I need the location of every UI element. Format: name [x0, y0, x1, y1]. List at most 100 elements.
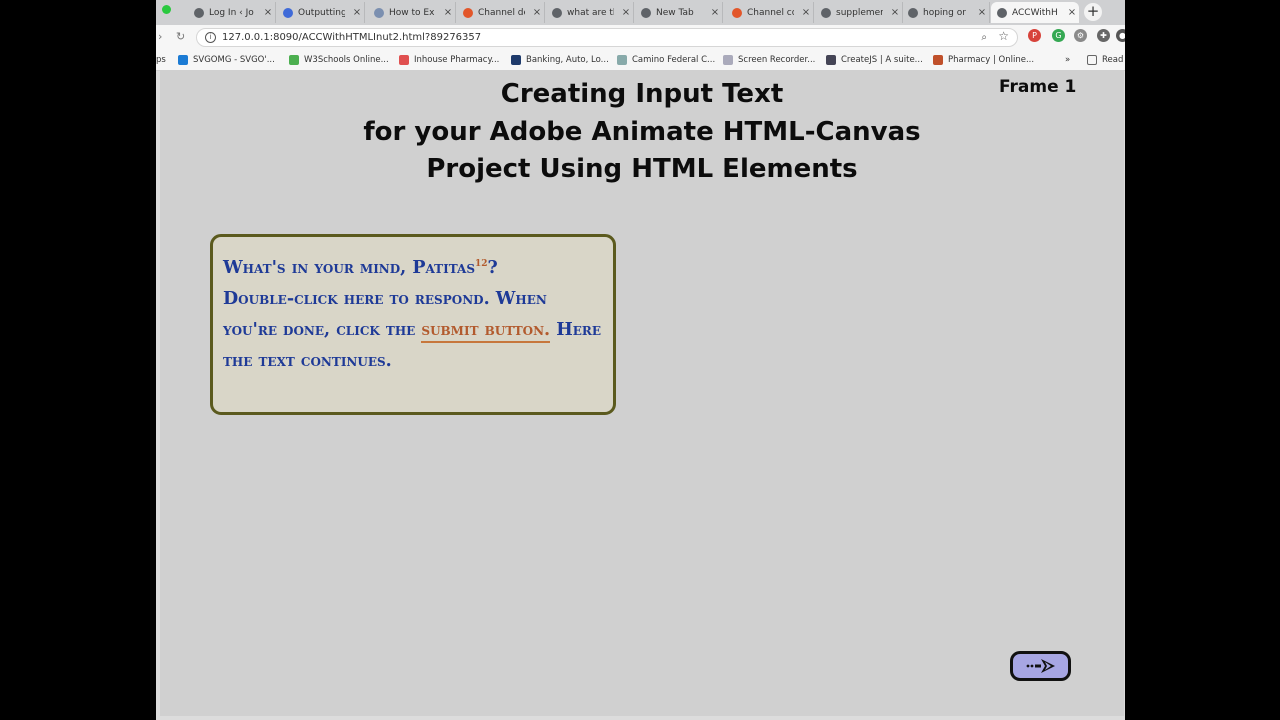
close-tab-icon[interactable]: × [975, 7, 989, 18]
close-tab-icon[interactable]: × [708, 7, 722, 18]
pinterest-extension-icon[interactable]: P [1028, 29, 1041, 42]
close-tab-icon[interactable]: × [888, 7, 902, 18]
bookmark-label: Inhouse Pharmacy... [414, 54, 500, 65]
tab-label: New Tab [656, 7, 694, 18]
more-bookmarks-button[interactable]: » [1065, 53, 1070, 66]
bookmark-item[interactable]: W3Schools Online... [289, 53, 389, 66]
tab-label: Outputting [298, 7, 345, 18]
bookmark-label: Camino Federal C... [632, 54, 716, 65]
browser-tab[interactable]: what are th × [546, 2, 634, 23]
browser-tab[interactable]: Channel co × [726, 2, 814, 23]
prompt-text: What's in your mind, Patitas12? Double-c… [223, 249, 603, 377]
extensions-puzzle-icon[interactable]: ✚ [1097, 29, 1110, 42]
profile-avatar[interactable]: ● [1116, 29, 1125, 42]
bookmark-label: W3Schools Online... [304, 54, 389, 65]
reading-list-icon [1087, 54, 1097, 65]
close-tab-icon[interactable]: × [619, 7, 633, 18]
bookmark-label: Pharmacy | Online... [948, 54, 1035, 65]
window-control-icon[interactable] [162, 5, 171, 14]
close-tab-icon[interactable]: × [441, 7, 455, 18]
browser-tab[interactable]: How to Ex × [368, 2, 456, 23]
page-title: Creating Input Text for your Adobe Anima… [160, 76, 1124, 189]
title-line-3: Project Using HTML Elements [426, 154, 858, 184]
browser-tab[interactable]: ACCWithH × [991, 2, 1079, 23]
reload-icon[interactable]: ↻ [176, 30, 185, 43]
youtube-icon [463, 7, 473, 18]
bookmark-favicon-icon [933, 54, 943, 65]
text-input-area[interactable]: What's in your mind, Patitas12? Double-c… [210, 234, 616, 415]
prompt-question: What's in your mind, Patitas [223, 257, 475, 278]
browser-tab[interactable]: hoping or × [902, 2, 990, 23]
bookmark-label: SVGOMG - SVGO'... [193, 54, 275, 65]
grammarly-extension-icon[interactable]: G [1052, 29, 1065, 42]
tab-label: what are th [567, 7, 614, 18]
tab-label: supplemen [836, 7, 883, 18]
close-tab-icon[interactable]: × [799, 7, 813, 18]
title-line-1: Creating Input Text [500, 79, 784, 109]
globe-icon [997, 7, 1007, 18]
google-icon [552, 7, 562, 18]
forward-icon[interactable]: › [158, 30, 162, 43]
close-tab-icon[interactable]: × [350, 7, 364, 18]
bookmark-item[interactable]: Pharmacy | Online... [933, 53, 1034, 66]
submit-button-link[interactable]: submit button. [421, 319, 551, 343]
prompt-question-mark: ? [487, 257, 498, 278]
settings-extension-icon[interactable]: ⚙ [1074, 29, 1087, 42]
bookmark-favicon-icon [617, 54, 627, 65]
close-tab-icon[interactable]: × [1065, 7, 1079, 18]
bookmark-item[interactable]: Banking, Auto, Lo... [511, 53, 609, 66]
bookmark-item[interactable]: Screen Recorder... [723, 53, 815, 66]
reading-list-label: Read [1102, 54, 1124, 65]
prompt-superscript: 12 [474, 259, 488, 269]
url-text[interactable]: 127.0.0.1:8090/ACCWithHTMLInut2.html?892… [222, 29, 481, 46]
animate-canvas: Creating Input Text for your Adobe Anima… [160, 71, 1124, 716]
bookmark-item[interactable]: CreateJS | A suite... [826, 53, 923, 66]
bookmark-favicon-icon [399, 54, 409, 65]
bookmark-favicon-icon [289, 54, 299, 65]
bookmark-star-icon[interactable]: ☆ [998, 28, 1009, 45]
zoom-icon[interactable]: ⌕ [981, 29, 987, 46]
tab-label: hoping or [923, 7, 966, 18]
site-info-icon[interactable]: i [205, 32, 216, 43]
chrome-icon [641, 7, 651, 18]
tab-label: How to Ex [389, 7, 435, 18]
bookmark-item[interactable]: Inhouse Pharmacy... [399, 53, 499, 66]
bookmark-favicon-icon [178, 54, 188, 65]
bookmark-item[interactable]: Camino Federal C... [617, 53, 715, 66]
cloud-icon [374, 7, 384, 18]
arrow-icon [1026, 659, 1055, 673]
new-tab-button[interactable]: + [1084, 3, 1102, 21]
globe-icon [194, 7, 204, 18]
address-bar[interactable]: i 127.0.0.1:8090/ACCWithHTMLInut2.html?8… [196, 28, 1018, 47]
bookmark-favicon-icon [826, 54, 836, 65]
browser-toolbar: › ↻ i 127.0.0.1:8090/ACCWithHTMLInut2.ht… [156, 25, 1125, 49]
video-icon [283, 7, 293, 18]
google-icon [821, 7, 831, 18]
youtube-icon [732, 7, 742, 18]
bookmark-label: Banking, Auto, Lo... [526, 54, 609, 65]
close-tab-icon[interactable]: × [530, 7, 544, 18]
bookmark-favicon-icon [723, 54, 733, 65]
reading-list-button[interactable]: Read [1087, 53, 1123, 66]
tab-label: ACCWithH [1012, 7, 1058, 18]
browser-tab[interactable]: Channel de × [457, 2, 545, 23]
title-line-2: for your Adobe Animate HTML-Canvas [363, 116, 921, 147]
tab-label: Channel de [478, 7, 525, 18]
frame-label: Frame 1 [999, 77, 1077, 97]
tab-strip: Log In ‹ Jo × Outputting × How to Ex × Channel… [156, 0, 1125, 25]
bookmark-item[interactable]: SVGOMG - SVGO'... [178, 53, 275, 66]
bookmark-label: Screen Recorder... [738, 54, 816, 65]
browser-tab[interactable]: New Tab × [635, 2, 723, 23]
google-icon [908, 7, 918, 18]
tab-label: Log In ‹ Jo [209, 7, 254, 18]
bookmark-label: CreateJS | A suite... [841, 54, 923, 65]
bookmarks-bar: ps SVGOMG - SVGO'... W3Schools Online... In… [156, 49, 1125, 71]
bookmark-favicon-icon [511, 54, 521, 65]
browser-tab[interactable]: Outputting × [277, 2, 365, 23]
next-frame-button[interactable] [1010, 651, 1071, 681]
browser-tab[interactable]: supplemen × [815, 2, 903, 23]
browser-tab[interactable]: Log In ‹ Jo × [188, 2, 276, 23]
bookmark-item[interactable]: ps [156, 53, 166, 66]
close-tab-icon[interactable]: × [261, 7, 275, 18]
bookmark-label: ps [156, 54, 166, 65]
